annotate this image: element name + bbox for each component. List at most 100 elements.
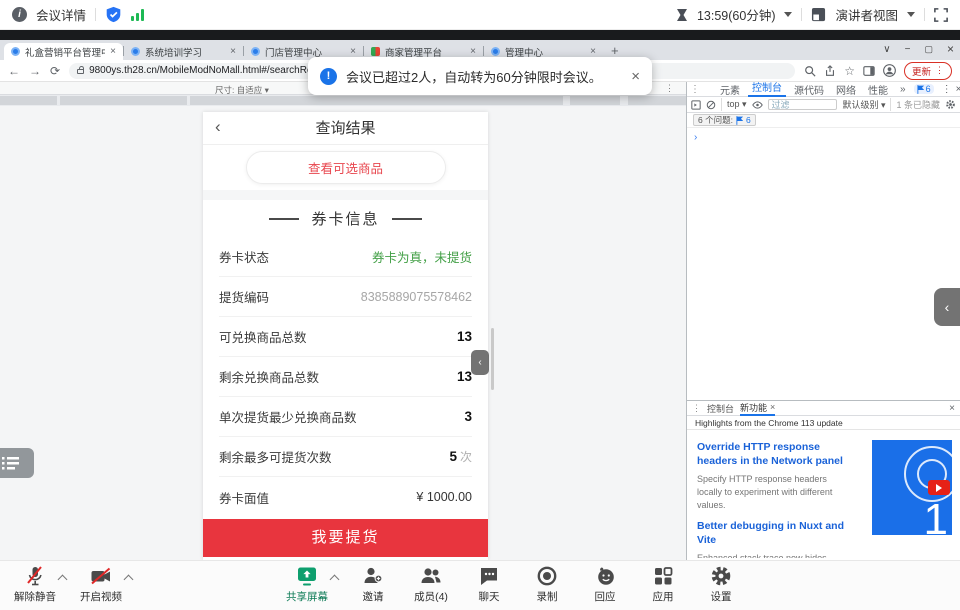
share-options-caret[interactable]	[331, 574, 338, 581]
tab-close-icon[interactable]: ×	[350, 46, 356, 57]
timer-dropdown-caret[interactable]	[784, 12, 792, 17]
issues-badge[interactable]: 6	[914, 84, 934, 94]
browser-tab[interactable]: 系统培训学习 ×	[124, 43, 243, 60]
devtools-drag-dots[interactable]: ⋮	[690, 84, 700, 95]
side-panel-handle[interactable]: ‹	[934, 288, 960, 326]
devtools-close-icon[interactable]: ×	[956, 84, 960, 95]
profile-avatar-icon[interactable]	[883, 64, 896, 77]
section-gap	[203, 190, 488, 200]
reload-icon[interactable]: ⟳	[50, 64, 60, 78]
maximize-button[interactable]: ▢	[924, 44, 933, 55]
reactions-button[interactable]: 回应	[576, 564, 634, 604]
tab-close-icon[interactable]: ×	[590, 46, 596, 57]
bookmark-star-icon[interactable]: ☆	[844, 64, 855, 78]
console-toolbar: top ▾ 默认级别 ▾ 1 条已隐藏	[687, 97, 960, 113]
tab-close-icon[interactable]: ×	[470, 46, 476, 57]
invite-button[interactable]: 邀请	[344, 564, 402, 604]
issues-counter-chip[interactable]: 6 个问题: 6	[693, 114, 756, 126]
chat-button[interactable]: 聊天	[460, 564, 518, 604]
browser-tab[interactable]: 礼盒营销平台管理中心 ×	[4, 43, 123, 60]
whatsnew-article-title[interactable]: Better debugging in Nuxt and Vite	[697, 519, 852, 547]
eye-icon[interactable]	[752, 101, 763, 109]
connection-signal-icon	[131, 9, 144, 21]
info-row: 剩余最多可提货次数 5次	[219, 437, 472, 477]
clear-console-icon[interactable]	[706, 100, 716, 110]
close-window-button[interactable]: ×	[947, 42, 954, 56]
camera-off-icon	[89, 564, 113, 588]
row-value: 5次	[449, 448, 472, 465]
tab-search-icon[interactable]: ∨	[883, 44, 890, 55]
apps-grid-icon	[651, 564, 675, 588]
apps-button[interactable]: 应用	[634, 564, 692, 604]
share-icon[interactable]	[824, 65, 836, 77]
thumbnail-number: 1	[924, 495, 948, 535]
drawer-tab-whatsnew[interactable]: 新功能 ×	[740, 401, 775, 416]
secure-lock-icon[interactable]	[77, 69, 84, 74]
device-toolbar-menu-icon[interactable]: ⋮	[665, 83, 674, 94]
whatsnew-header: Highlights from the Chrome 113 update	[687, 416, 960, 430]
drawer-menu-icon[interactable]: ⋮	[692, 403, 701, 414]
minimize-button[interactable]: −	[905, 44, 911, 55]
participants-button[interactable]: 成员(4)	[402, 564, 460, 604]
tab-console[interactable]: 控制台	[748, 82, 786, 97]
tab-elements[interactable]: 元素	[716, 82, 744, 97]
devtools-menu-icon[interactable]: ⋮	[942, 84, 952, 95]
drawer-close-icon[interactable]: ×	[949, 403, 955, 414]
record-button[interactable]: 录制	[518, 564, 576, 604]
log-level-selector[interactable]: 默认级别 ▾	[842, 98, 885, 111]
console-prompt-chevron[interactable]: ›	[687, 128, 960, 147]
row-value: 3	[464, 409, 472, 424]
unmute-button[interactable]: 解除静音	[6, 564, 64, 604]
more-tabs-icon[interactable]: »	[896, 84, 910, 95]
meeting-details-label[interactable]: 会议详情	[36, 5, 86, 24]
meeting-list-float-button[interactable]	[0, 448, 34, 478]
dash-decoration	[392, 218, 422, 220]
share-screen-button[interactable]: 共享屏幕	[278, 564, 336, 604]
tab-close-icon[interactable]: ×	[230, 46, 236, 57]
meeting-limit-banner: ! 会议已超过2人，自动转为60分钟限时会议。 ×	[308, 57, 652, 95]
info-icon[interactable]: i	[12, 7, 27, 22]
row-label: 券卡状态	[219, 247, 269, 266]
tab-close-icon[interactable]: ×	[110, 46, 116, 57]
tab-sources[interactable]: 源代码	[790, 82, 828, 97]
fullscreen-icon[interactable]	[934, 8, 948, 22]
devtools-panel: ⋮ 元素 控制台 源代码 网络 性能 » 6 ⋮ × top ▾ 默认级	[686, 82, 960, 560]
forward-icon[interactable]: →	[29, 64, 41, 78]
devtools-tab-bar: ⋮ 元素 控制台 源代码 网络 性能 » 6 ⋮ ×	[687, 82, 960, 97]
row-label: 剩余最多可提货次数	[219, 447, 332, 466]
chrome-update-button[interactable]: 更新⋮	[904, 62, 952, 80]
whatsnew-article-body: Specify HTTP response headers locally to…	[697, 473, 847, 511]
collapse-handle[interactable]: ‹	[471, 350, 489, 375]
console-filter-input[interactable]	[768, 99, 838, 110]
side-panel-icon[interactable]	[863, 65, 875, 77]
video-options-caret[interactable]	[125, 574, 132, 581]
view-products-button[interactable]: 查看可选商品	[246, 151, 446, 184]
audio-options-caret[interactable]	[59, 574, 66, 581]
console-settings-gear-icon[interactable]	[945, 99, 956, 110]
view-mode-label[interactable]: 演讲者视图	[835, 5, 898, 24]
whatsnew-thumbnail[interactable]: 1	[872, 440, 952, 535]
banner-close-icon[interactable]: ×	[631, 68, 640, 85]
row-label: 剩余兑换商品总数	[219, 367, 319, 386]
back-icon[interactable]: ←	[8, 64, 20, 78]
tab-network[interactable]: 网络	[832, 82, 860, 97]
settings-button[interactable]: 设置	[692, 564, 750, 604]
drawer-tab-close-icon[interactable]: ×	[770, 402, 775, 412]
play-button-icon[interactable]	[928, 480, 950, 495]
new-tab-button[interactable]: +	[611, 43, 619, 58]
zoom-search-icon[interactable]	[804, 65, 816, 77]
pickup-submit-button[interactable]: 我要提货	[203, 519, 488, 557]
tab-favicon	[131, 47, 140, 56]
speaker-view-icon	[811, 7, 826, 22]
page-scrollbar[interactable]	[491, 328, 494, 390]
drawer-tab-console[interactable]: 控制台	[707, 402, 734, 415]
tab-performance[interactable]: 性能	[864, 82, 892, 97]
encryption-shield-icon[interactable]	[105, 6, 122, 23]
whatsnew-article-title[interactable]: Override HTTP response headers in the Ne…	[697, 440, 852, 468]
back-chevron-icon[interactable]: ‹	[215, 117, 221, 137]
row-label: 券卡面值	[219, 488, 269, 507]
view-dropdown-caret[interactable]	[907, 12, 915, 17]
context-selector[interactable]: top ▾	[727, 99, 747, 110]
start-video-button[interactable]: 开启视频	[72, 564, 130, 604]
console-sidebar-icon[interactable]	[691, 100, 701, 110]
